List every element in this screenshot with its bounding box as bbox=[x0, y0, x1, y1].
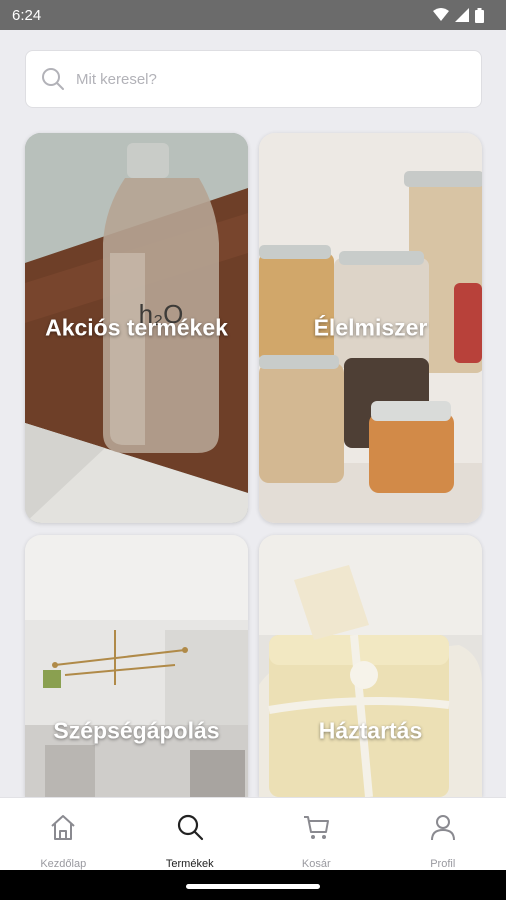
search-icon bbox=[42, 68, 64, 90]
battery-icon bbox=[475, 7, 484, 23]
bottom-nav: Kezdőlap Termékek Kosár Profil bbox=[0, 797, 506, 870]
nav-item-cart[interactable]: Kosár bbox=[253, 798, 380, 870]
soap-bar-image bbox=[259, 535, 482, 797]
nav-label: Profil bbox=[430, 858, 456, 870]
home-gesture-handle[interactable] bbox=[186, 884, 320, 889]
nav-item-home[interactable]: Kezdőlap bbox=[0, 798, 127, 870]
status-time: 6:24 bbox=[12, 6, 42, 24]
home-icon bbox=[51, 815, 75, 840]
nav-label: Kezdőlap bbox=[40, 858, 87, 870]
signal-icon bbox=[455, 8, 469, 22]
nav-item-products[interactable]: Termékek bbox=[127, 798, 254, 870]
category-label: Akciós termékek bbox=[45, 314, 228, 341]
cart-icon bbox=[304, 816, 330, 839]
category-label: Szépségápolás bbox=[53, 717, 220, 744]
search-icon bbox=[177, 814, 203, 841]
search-input[interactable] bbox=[76, 70, 446, 88]
category-label: Háztartás bbox=[318, 717, 423, 744]
nav-item-profile[interactable]: Profil bbox=[380, 798, 506, 870]
category-card-szepsegapolas[interactable]: Szépségápolás bbox=[25, 535, 248, 797]
nav-label: Kosár bbox=[301, 858, 331, 870]
system-navigation-bar bbox=[0, 870, 506, 900]
category-card-haztartas[interactable]: Háztartás bbox=[259, 535, 482, 797]
profile-icon bbox=[430, 815, 455, 841]
nav-label: Termékek bbox=[165, 858, 214, 870]
status-icons bbox=[433, 7, 484, 23]
category-card-elelmiszer[interactable]: Élelmiszer bbox=[259, 133, 482, 523]
status-bar: 6:24 bbox=[0, 0, 506, 30]
bathroom-interior-image bbox=[25, 535, 248, 797]
category-label: Élelmiszer bbox=[313, 314, 428, 341]
search-bar[interactable] bbox=[25, 50, 482, 108]
wifi-icon bbox=[433, 8, 449, 21]
category-card-akcios-termekek[interactable]: h₂O Akciós termékek bbox=[25, 133, 248, 523]
